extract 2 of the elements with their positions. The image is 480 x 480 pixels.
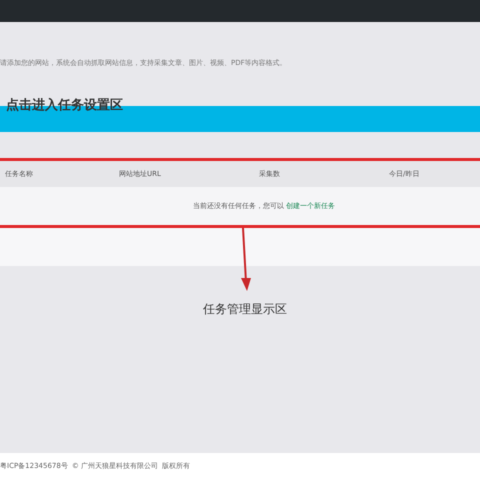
annotation-label: 任务管理显示区 [203,301,287,318]
annotation-label: 点击进入任务设置区 [6,96,123,115]
